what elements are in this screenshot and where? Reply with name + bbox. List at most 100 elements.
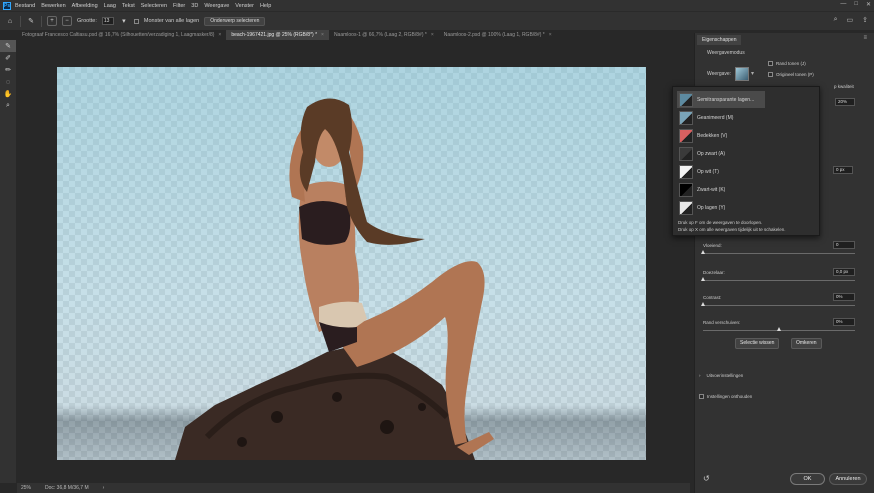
view-option-label: Op zwart (A) <box>697 150 726 157</box>
chevron-down-icon[interactable]: ▾ <box>751 70 754 77</box>
status-bar: 25% Doc: 36,8 M/36,7 M › <box>17 483 690 493</box>
search-icon[interactable]: ⌕ <box>834 16 838 24</box>
select-subject-button[interactable]: Onderwerp selecteren <box>204 16 266 26</box>
add-to-selection-icon[interactable]: + <box>47 16 57 26</box>
chevron-right-icon[interactable]: › <box>103 485 105 491</box>
shift-edge-input[interactable]: 0% <box>833 318 855 326</box>
quick-selection-tool-icon[interactable]: ✎ <box>0 40 16 52</box>
menu-venster[interactable]: Venster <box>235 3 254 9</box>
show-edge-row[interactable]: Rand tonen (J) <box>768 61 806 66</box>
show-original-row[interactable]: Origineel tonen (P) <box>768 72 814 77</box>
zoom-level[interactable]: 25% <box>21 485 31 491</box>
document-tab-active[interactable]: beach-1967421.jpg @ 25% (RGB/8*) * × <box>226 30 329 40</box>
show-original-checkbox[interactable] <box>768 72 773 77</box>
slider-thumb[interactable] <box>700 250 705 254</box>
remember-settings-checkbox[interactable] <box>699 394 704 399</box>
marching-ants-icon <box>679 110 693 125</box>
slider-track[interactable] <box>703 280 855 281</box>
chevron-down-icon[interactable]: ▾ <box>119 16 129 26</box>
options-right: ⌕ ▭ ⇪ <box>834 16 868 24</box>
opacity-input[interactable]: 20% <box>835 98 855 106</box>
feather-slider[interactable]: Doezelaar: 0,0 px <box>700 268 855 281</box>
brush-tool-icon[interactable]: ✏ <box>0 64 16 76</box>
refine-edge-brush-icon[interactable]: ✐ <box>0 52 16 64</box>
canvas-area[interactable] <box>17 40 690 483</box>
subtract-from-selection-icon[interactable]: − <box>62 16 72 26</box>
cancel-button[interactable]: Annuleren <box>829 473 867 485</box>
size-input[interactable]: 13 <box>101 17 114 25</box>
close-button[interactable]: ✕ <box>866 1 871 8</box>
document-tab[interactable]: Fotograaf Francesco Caltiasu.psd @ 16,7%… <box>17 30 226 40</box>
view-option-label: Zwart-wit (K) <box>697 186 726 193</box>
menu-3d[interactable]: 3D <box>191 3 198 9</box>
view-option-onion-skin[interactable]: Semitransparante lagen... <box>677 91 765 108</box>
photo-subject <box>175 98 494 460</box>
menu-laag[interactable]: Laag <box>104 3 116 9</box>
close-icon[interactable]: × <box>321 30 324 40</box>
sample-all-label: Monster van alle lagen <box>143 18 200 24</box>
document-tab[interactable]: Naamloos-1 @ 66,7% (Laag 2, RGB/8#) * × <box>329 30 439 40</box>
remember-settings-label: Instellingen onthouden <box>707 394 753 399</box>
contrast-slider[interactable]: Contrast: 0% <box>700 293 855 306</box>
lasso-tool-icon[interactable]: ◌ <box>0 76 16 88</box>
properties-tab[interactable]: Eigenschappen <box>697 35 742 45</box>
view-option-on-layers[interactable]: Op lagen (Y) <box>677 199 765 216</box>
sample-all-checkbox[interactable] <box>133 18 139 24</box>
view-option-on-white[interactable]: Op wit (T) <box>677 163 765 180</box>
feather-input[interactable]: 0,0 px <box>833 268 855 276</box>
slider-thumb[interactable] <box>700 302 705 306</box>
document-tab[interactable]: Naamloos-2.psd @ 100% (Laag 1, RGB/8#) *… <box>439 30 557 40</box>
close-icon[interactable]: × <box>549 30 552 40</box>
menu-bar: Ps Bestand Bewerken Afbeelding Laag Teks… <box>0 0 874 11</box>
show-original-label: Origineel tonen (P) <box>776 72 814 77</box>
ok-button[interactable]: OK <box>790 473 825 485</box>
reset-icon[interactable]: ↺ <box>703 474 710 483</box>
view-option-marching-ants[interactable]: Geanimeerd (M) <box>677 109 765 126</box>
maximize-button[interactable]: □ <box>854 1 858 8</box>
share-icon[interactable]: ⇪ <box>862 16 868 24</box>
menu-weergave[interactable]: Weergave <box>204 3 229 9</box>
shift-edge-slider[interactable]: Rand verschuiven: 0% <box>703 318 855 331</box>
workspace-icon[interactable]: ▭ <box>847 16 854 24</box>
invert-button[interactable]: Omkeren <box>791 338 822 349</box>
view-option-on-black[interactable]: Op zwart (A) <box>677 145 765 162</box>
menu-bestand[interactable]: Bestand <box>15 3 35 9</box>
clear-selection-button[interactable]: Selectie wissen <box>735 338 780 349</box>
slider-thumb[interactable] <box>700 277 705 281</box>
slider-track[interactable] <box>703 305 855 306</box>
radius-input[interactable]: 0 px <box>833 166 853 174</box>
menu-help[interactable]: Help <box>260 3 271 9</box>
brush-tool-icon[interactable]: ✎ <box>26 16 36 26</box>
home-icon[interactable]: ⌂ <box>5 16 15 26</box>
view-mode-heading: Weergavemodus <box>707 50 745 56</box>
menu-selecteren[interactable]: Selecteren <box>141 3 167 9</box>
slider-track[interactable] <box>703 253 855 254</box>
close-icon[interactable]: × <box>431 30 434 40</box>
output-settings-row[interactable]: › Uitvoerinstellingen <box>699 373 743 378</box>
tab-label: Naamloos-1 @ 66,7% (Laag 2, RGB/8#) * <box>333 32 427 38</box>
menu-icon[interactable]: ≡ <box>863 35 867 41</box>
hand-tool-icon[interactable]: ✋ <box>0 88 16 100</box>
menu-filter[interactable]: Filter <box>173 3 185 9</box>
document-image[interactable] <box>57 67 646 460</box>
dropdown-hint: Druk op F om de weergaven te doorlopen. <box>678 220 763 225</box>
slider-thumb[interactable] <box>776 327 781 331</box>
smooth-input[interactable]: 0 <box>833 241 855 249</box>
show-edge-checkbox[interactable] <box>768 61 773 66</box>
smooth-slider[interactable]: Vloeiend: 0 <box>700 241 855 254</box>
onion-skin-icon <box>679 92 693 107</box>
contrast-input[interactable]: 0% <box>833 293 855 301</box>
chevron-right-icon[interactable]: › <box>699 373 701 378</box>
menu-afbeelding[interactable]: Afbeelding <box>72 3 98 9</box>
close-icon[interactable]: × <box>218 30 221 40</box>
view-option-label: Op wit (T) <box>697 168 719 175</box>
view-option-overlay[interactable]: Bedekken (V) <box>677 127 765 144</box>
tools-panel: ✎ ✐ ✏ ◌ ✋ ⌕ <box>0 40 16 483</box>
zoom-tool-icon[interactable]: ⌕ <box>0 100 16 112</box>
menu-bewerken[interactable]: Bewerken <box>41 3 65 9</box>
minimize-button[interactable]: — <box>840 1 846 8</box>
menu-tekst[interactable]: Tekst <box>122 3 135 9</box>
view-mode-thumbnail[interactable] <box>735 67 749 81</box>
remember-settings-row[interactable]: Instellingen onthouden <box>699 394 752 399</box>
view-option-black-white[interactable]: Zwart-wit (K) <box>677 181 765 198</box>
